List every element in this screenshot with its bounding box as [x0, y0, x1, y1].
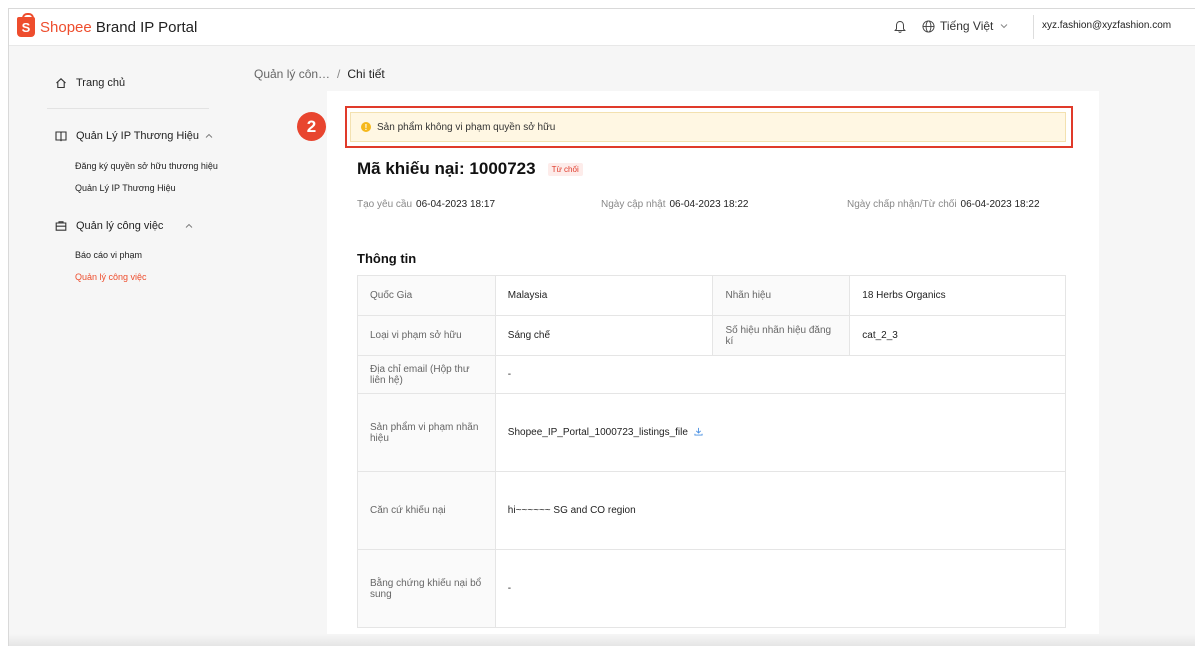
bottom-shadow — [9, 634, 1195, 646]
field-label: Căn cứ khiếu nại — [357, 471, 496, 550]
chevron-up-icon — [205, 133, 213, 138]
table-row: Quốc Gia Malaysia Nhãn hiệu 18 Herbs Org… — [357, 275, 1066, 316]
shopee-bag-icon: S — [17, 13, 35, 37]
logo-brand: Shopee — [40, 18, 92, 36]
sidebar-item-register-brand[interactable]: Đăng ký quyền sở hữu thương hiệu — [75, 161, 218, 171]
table-row: Căn cứ khiếu nại hi~~~~~~ SG and CO regi… — [357, 471, 1067, 550]
page-title: Mã khiếu nại: 1000723 — [357, 159, 536, 178]
breadcrumb-parent[interactable]: Quản lý côn… — [254, 67, 330, 81]
sidebar-item-home[interactable]: Trang chủ — [55, 77, 125, 89]
app-window: S Shopee Brand IP Portal Tiếng Việt xyz.… — [8, 8, 1195, 646]
breadcrumb-current: Chi tiết — [347, 67, 385, 81]
field-label: Số hiệu nhãn hiệu đăng kí — [712, 315, 851, 356]
decided-value: 06-04-2023 18:22 — [960, 199, 1040, 210]
language-selector[interactable]: Tiếng Việt — [922, 19, 1009, 33]
chevron-down-icon — [1001, 24, 1008, 29]
field-value: - — [494, 549, 1067, 628]
info-table: Quốc Gia Malaysia Nhãn hiệu 18 Herbs Org… — [357, 275, 1067, 628]
decided-meta: Ngày chấp nhận/Từ chối 06-04-2023 18:22 — [847, 199, 1040, 210]
table-row: Bằng chứng khiếu nại bổ sung - — [357, 549, 1067, 628]
field-value: - — [494, 355, 1067, 394]
listings-file-link[interactable]: Shopee_IP_Portal_1000723_listings_file — [508, 427, 688, 438]
sidebar-group-task-management[interactable]: Quản lý công việc — [55, 220, 193, 232]
field-value: Sáng chế — [494, 315, 714, 356]
field-label: Địa chỉ email (Hộp thư liên hệ) — [357, 355, 496, 394]
step-badge: 2 — [297, 112, 326, 141]
breadcrumb-separator: / — [337, 67, 341, 81]
table-row: Sản phẩm vi phạm nhãn hiệu Shopee_IP_Por… — [357, 393, 1067, 472]
top-header: S Shopee Brand IP Portal Tiếng Việt xyz.… — [9, 9, 1195, 46]
language-label: Tiếng Việt — [940, 19, 994, 33]
sidebar-item-task-management[interactable]: Quản lý công việc — [75, 272, 147, 282]
breadcrumb: Quản lý côn… / Chi tiết — [254, 67, 385, 81]
field-value: Shopee_IP_Portal_1000723_listings_file — [494, 393, 1067, 472]
user-email[interactable]: xyz.fashion@xyzfashion.com — [1042, 20, 1171, 31]
field-label: Sản phẩm vi phạm nhãn hiệu — [357, 393, 496, 472]
highlight-box — [345, 106, 1073, 148]
field-label: Nhãn hiệu — [712, 275, 851, 316]
sidebar-group-label: Quản Lý IP Thương Hiệu — [76, 130, 200, 142]
field-label: Bằng chứng khiếu nại bổ sung — [357, 549, 496, 628]
book-icon — [55, 131, 67, 142]
table-row: Địa chỉ email (Hộp thư liên hệ) - — [357, 355, 1067, 394]
sidebar-group-brand-ip[interactable]: Quản Lý IP Thương Hiệu — [55, 130, 213, 142]
field-label: Loại vi phạm sở hữu — [357, 315, 496, 356]
updated-value: 06-04-2023 18:22 — [669, 199, 749, 210]
download-icon[interactable] — [694, 427, 703, 436]
table-row: Loại vi phạm sở hữu Sáng chế Số hiệu nhã… — [357, 315, 1066, 356]
section-title: Thông tin — [357, 251, 417, 266]
chevron-up-icon — [186, 223, 193, 228]
logo-suffix: Brand IP Portal — [91, 18, 198, 36]
sidebar: Trang chủ Quản Lý IP Thương Hiệu Đăng ký… — [9, 47, 234, 646]
field-value: Malaysia — [494, 275, 714, 316]
field-value: 18 Herbs Organics — [849, 275, 1066, 316]
sidebar-group-label: Quản lý công việc — [76, 220, 164, 232]
sidebar-item-manage-brand-ip[interactable]: Quản Lý IP Thương Hiệu — [75, 183, 176, 193]
home-icon — [56, 78, 66, 89]
detail-card: 2 ! Sản phẩm không vi phạm quyền sở hữu … — [297, 91, 1099, 646]
status-badge: Từ chối — [547, 162, 583, 176]
sidebar-item-violation-report[interactable]: Báo cáo vi phạm — [75, 250, 142, 260]
field-label: Quốc Gia — [357, 275, 496, 316]
header-divider — [1033, 15, 1034, 39]
sidebar-divider — [47, 108, 209, 109]
field-value: cat_2_3 — [849, 315, 1066, 356]
sidebar-item-label: Trang chủ — [76, 77, 126, 89]
briefcase-icon — [55, 221, 67, 231]
field-value: hi~~~~~~ SG and CO region — [494, 471, 1067, 550]
created-value: 06-04-2023 18:17 — [416, 199, 496, 210]
shopee-logo[interactable]: S Shopee Brand IP Portal — [17, 13, 198, 37]
globe-icon — [922, 19, 935, 33]
complaint-header: Mã khiếu nại: 1000723 Từ chối — [357, 159, 583, 179]
updated-meta: Ngày cập nhật 06-04-2023 18:22 — [601, 199, 749, 210]
bell-icon[interactable] — [894, 20, 906, 34]
created-meta: Tạo yêu cầu 06-04-2023 18:17 — [357, 199, 496, 210]
